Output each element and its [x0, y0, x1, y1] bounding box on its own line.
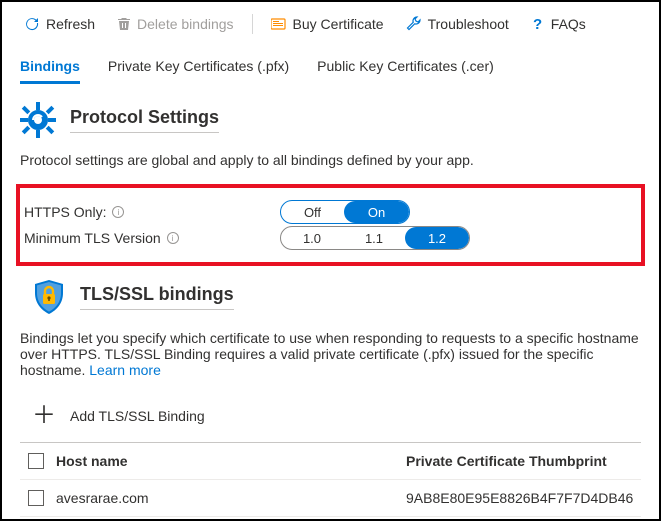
trash-icon: [117, 17, 131, 31]
add-binding-label: Add TLS/SSL Binding: [70, 408, 205, 424]
table-row[interactable]: avesrarae.com 9AB8E80E95E8826B4F7F7D4DB4…: [20, 479, 641, 517]
protocol-title: Protocol Settings: [70, 107, 219, 133]
col-host-header: Host name: [56, 453, 406, 469]
buy-certificate-button[interactable]: Buy Certificate: [263, 12, 392, 36]
info-icon[interactable]: i: [112, 206, 124, 218]
tls-1-2[interactable]: 1.2: [406, 228, 468, 248]
select-all-checkbox[interactable]: [28, 453, 44, 469]
min-tls-row: Minimum TLS Version i 1.0 1.1 1.2: [20, 226, 635, 250]
tab-bindings[interactable]: Bindings: [20, 52, 80, 84]
add-binding-button[interactable]: ＋ Add TLS/SSL Binding: [2, 386, 659, 442]
tab-cer[interactable]: Public Key Certificates (.cer): [317, 52, 494, 84]
protocol-section: Protocol Settings: [2, 84, 659, 138]
certificate-icon: [271, 17, 287, 31]
plus-icon: ＋: [32, 404, 56, 428]
min-tls-toggle[interactable]: 1.0 1.1 1.2: [280, 226, 470, 250]
troubleshoot-label: Troubleshoot: [428, 16, 509, 32]
question-icon: ?: [531, 16, 545, 32]
toolbar-separator: [252, 14, 253, 34]
highlighted-settings: HTTPS Only: i Off On Minimum TLS Version…: [16, 184, 645, 266]
tls-1-0[interactable]: 1.0: [281, 227, 343, 249]
info-icon[interactable]: i: [167, 232, 179, 244]
tabs: Bindings Private Key Certificates (.pfx)…: [2, 52, 659, 84]
https-only-toggle[interactable]: Off On: [280, 200, 410, 224]
tab-pfx[interactable]: Private Key Certificates (.pfx): [108, 52, 289, 84]
delete-bindings-label: Delete bindings: [137, 16, 234, 32]
protocol-desc: Protocol settings are global and apply t…: [2, 138, 659, 176]
tls-bindings-desc: Bindings let you specify which certifica…: [2, 316, 659, 386]
shield-lock-icon: [32, 278, 66, 316]
tls-bindings-section: TLS/SSL bindings: [2, 274, 659, 316]
refresh-label: Refresh: [46, 16, 95, 32]
refresh-icon: [24, 16, 40, 32]
https-only-label: HTTPS Only:: [24, 204, 106, 220]
faqs-label: FAQs: [551, 16, 586, 32]
troubleshoot-button[interactable]: Troubleshoot: [398, 12, 517, 36]
refresh-button[interactable]: Refresh: [16, 12, 103, 36]
min-tls-label: Minimum TLS Version: [24, 230, 161, 246]
wrench-icon: [406, 16, 422, 32]
row-host: avesrarae.com: [56, 490, 406, 506]
https-only-off[interactable]: Off: [281, 201, 344, 223]
learn-more-link[interactable]: Learn more: [89, 362, 161, 378]
table-header: Host name Private Certificate Thumbprint: [20, 442, 641, 479]
tls-1-1[interactable]: 1.1: [343, 227, 405, 249]
gear-icon: [20, 102, 56, 138]
row-thumb: 9AB8E80E95E8826B4F7F7D4DB465F7F0F71F3B4: [406, 490, 633, 506]
tls-bindings-title: TLS/SSL bindings: [80, 284, 234, 310]
https-only-row: HTTPS Only: i Off On: [20, 200, 635, 224]
svg-text:?: ?: [533, 16, 542, 32]
row-checkbox[interactable]: [28, 490, 44, 506]
faqs-button[interactable]: ? FAQs: [523, 12, 594, 36]
buy-certificate-label: Buy Certificate: [293, 16, 384, 32]
col-thumb-header: Private Certificate Thumbprint: [406, 453, 633, 469]
delete-bindings-button: Delete bindings: [109, 12, 242, 36]
bindings-table: Host name Private Certificate Thumbprint…: [20, 442, 641, 517]
toolbar: Refresh Delete bindings Buy Certificate …: [2, 2, 659, 46]
https-only-on[interactable]: On: [345, 202, 408, 222]
